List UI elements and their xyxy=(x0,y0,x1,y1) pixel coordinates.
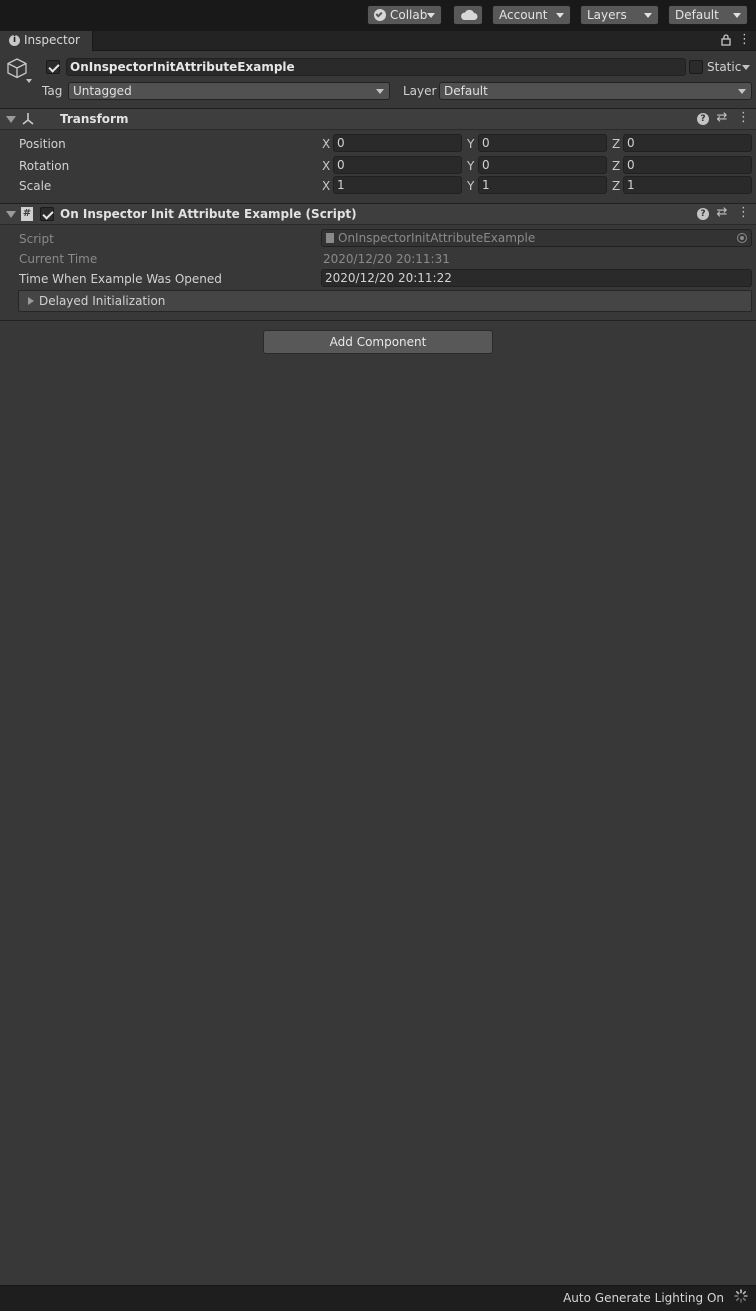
cloud-icon xyxy=(461,9,478,20)
object-picker-icon[interactable] xyxy=(737,233,747,243)
scale-z-axis-label[interactable]: Z xyxy=(612,178,620,194)
script-value: OnInspectorInitAttributeExample xyxy=(338,231,536,245)
gameobject-cube-icon xyxy=(7,58,27,79)
static-chevron-down-icon[interactable] xyxy=(742,65,750,70)
layer-label: Layer xyxy=(403,84,437,98)
static-label[interactable]: Static xyxy=(707,59,741,75)
layers-label: Layers xyxy=(587,8,627,22)
chevron-down-icon xyxy=(376,89,384,94)
position-z-axis-label[interactable]: Z xyxy=(612,136,620,152)
cloud-button[interactable] xyxy=(453,5,483,25)
collab-check-icon xyxy=(374,9,386,21)
scale-z-field[interactable]: 1 xyxy=(623,176,752,194)
lock-icon[interactable] xyxy=(721,34,731,46)
scale-y-axis-label[interactable]: Y xyxy=(467,178,474,194)
rotation-x-axis-label[interactable]: X xyxy=(322,158,330,174)
foldout-arrow-icon[interactable] xyxy=(6,211,16,218)
position-x-axis-label[interactable]: X xyxy=(322,136,330,152)
rotation-y-field[interactable]: 0 xyxy=(478,156,607,174)
current-time-value: 2020/12/20 20:11:31 xyxy=(323,252,450,266)
status-text: Auto Generate Lighting On xyxy=(563,1291,724,1305)
scale-x-axis-label[interactable]: X xyxy=(322,178,330,194)
object-name-input[interactable]: OnInspectorInitAttributeExample xyxy=(66,58,686,76)
foldout-arrow-icon[interactable] xyxy=(6,116,16,123)
script-asset-icon xyxy=(326,233,334,243)
current-time-label: Current Time xyxy=(19,252,98,266)
context-menu-icon[interactable]: ⋮ xyxy=(737,111,750,124)
delayed-initialization-foldout[interactable]: Delayed Initialization xyxy=(18,290,752,312)
transform-title: Transform xyxy=(60,112,129,126)
chevron-down-icon xyxy=(738,89,746,94)
rotation-x-field[interactable]: 0 xyxy=(333,156,462,174)
presets-sliders-icon[interactable]: ⇄ xyxy=(716,206,728,219)
transform-icon xyxy=(22,113,34,125)
tag-value: Untagged xyxy=(73,84,132,98)
position-label: Position xyxy=(19,137,66,151)
foldout-arrow-icon xyxy=(28,297,34,305)
collab-label: Collab xyxy=(390,8,428,22)
script-file-icon: # xyxy=(21,207,33,221)
presets-sliders-icon[interactable]: ⇄ xyxy=(716,111,728,124)
script-enabled-checkbox[interactable] xyxy=(40,207,54,221)
position-z-field[interactable]: 0 xyxy=(623,134,752,152)
account-dropdown[interactable]: Account xyxy=(492,5,571,25)
layout-dropdown[interactable]: Default xyxy=(668,5,748,25)
layer-value: Default xyxy=(444,84,488,98)
component-divider xyxy=(0,320,756,321)
layout-label: Default xyxy=(675,8,719,22)
scale-label: Scale xyxy=(19,179,52,193)
icon-chevron-down-icon[interactable] xyxy=(26,79,32,83)
rotation-z-field[interactable]: 0 xyxy=(623,156,752,174)
script-component-title: On Inspector Init Attribute Example (Scr… xyxy=(60,207,357,221)
chevron-down-icon xyxy=(733,13,741,18)
rotation-y-axis-label[interactable]: Y xyxy=(467,158,474,174)
chevron-down-icon xyxy=(556,13,564,18)
opened-time-label: Time When Example Was Opened xyxy=(19,272,222,286)
tag-dropdown[interactable]: Untagged xyxy=(68,82,390,100)
account-label: Account xyxy=(499,8,548,22)
layers-dropdown[interactable]: Layers xyxy=(580,5,659,25)
opened-time-field[interactable]: 2020/12/20 20:11:22 xyxy=(321,269,752,287)
transform-header[interactable]: Transform ? ⇄ ⋮ xyxy=(0,108,756,130)
position-x-field[interactable]: 0 xyxy=(333,134,462,152)
collab-button[interactable]: Collab xyxy=(367,5,442,25)
help-icon[interactable]: ? xyxy=(697,113,709,125)
delayed-initialization-label: Delayed Initialization xyxy=(39,294,166,308)
script-label: Script xyxy=(19,232,54,246)
chevron-down-icon xyxy=(644,13,652,18)
top-toolbar: Collab Account Layers Default xyxy=(0,0,756,31)
script-component-header[interactable]: # On Inspector Init Attribute Example (S… xyxy=(0,203,756,225)
position-y-axis-label[interactable]: Y xyxy=(467,136,474,152)
help-icon[interactable]: ? xyxy=(697,208,709,220)
rotation-z-axis-label[interactable]: Z xyxy=(612,158,620,174)
chevron-down-icon xyxy=(427,13,435,18)
tag-label: Tag xyxy=(42,84,63,98)
status-bar: Auto Generate Lighting On xyxy=(0,1285,756,1311)
tab-menu-icon[interactable]: ⋮ xyxy=(738,32,751,48)
tab-inspector-label: Inspector xyxy=(24,33,80,47)
static-checkbox[interactable] xyxy=(689,60,703,74)
object-active-checkbox[interactable] xyxy=(46,60,60,74)
position-y-field[interactable]: 0 xyxy=(478,134,607,152)
add-component-button[interactable]: Add Component xyxy=(263,330,493,354)
info-icon: i xyxy=(9,35,20,46)
tab-inspector[interactable]: i Inspector xyxy=(0,31,93,51)
scale-x-field[interactable]: 1 xyxy=(333,176,462,194)
scale-y-field[interactable]: 1 xyxy=(478,176,607,194)
script-object-field[interactable]: OnInspectorInitAttributeExample xyxy=(321,229,752,247)
tab-bar: i Inspector ⋮ xyxy=(0,31,756,51)
spinner-icon xyxy=(734,1289,748,1303)
layer-dropdown[interactable]: Default xyxy=(439,82,752,100)
context-menu-icon[interactable]: ⋮ xyxy=(737,206,750,219)
rotation-label: Rotation xyxy=(19,159,70,173)
